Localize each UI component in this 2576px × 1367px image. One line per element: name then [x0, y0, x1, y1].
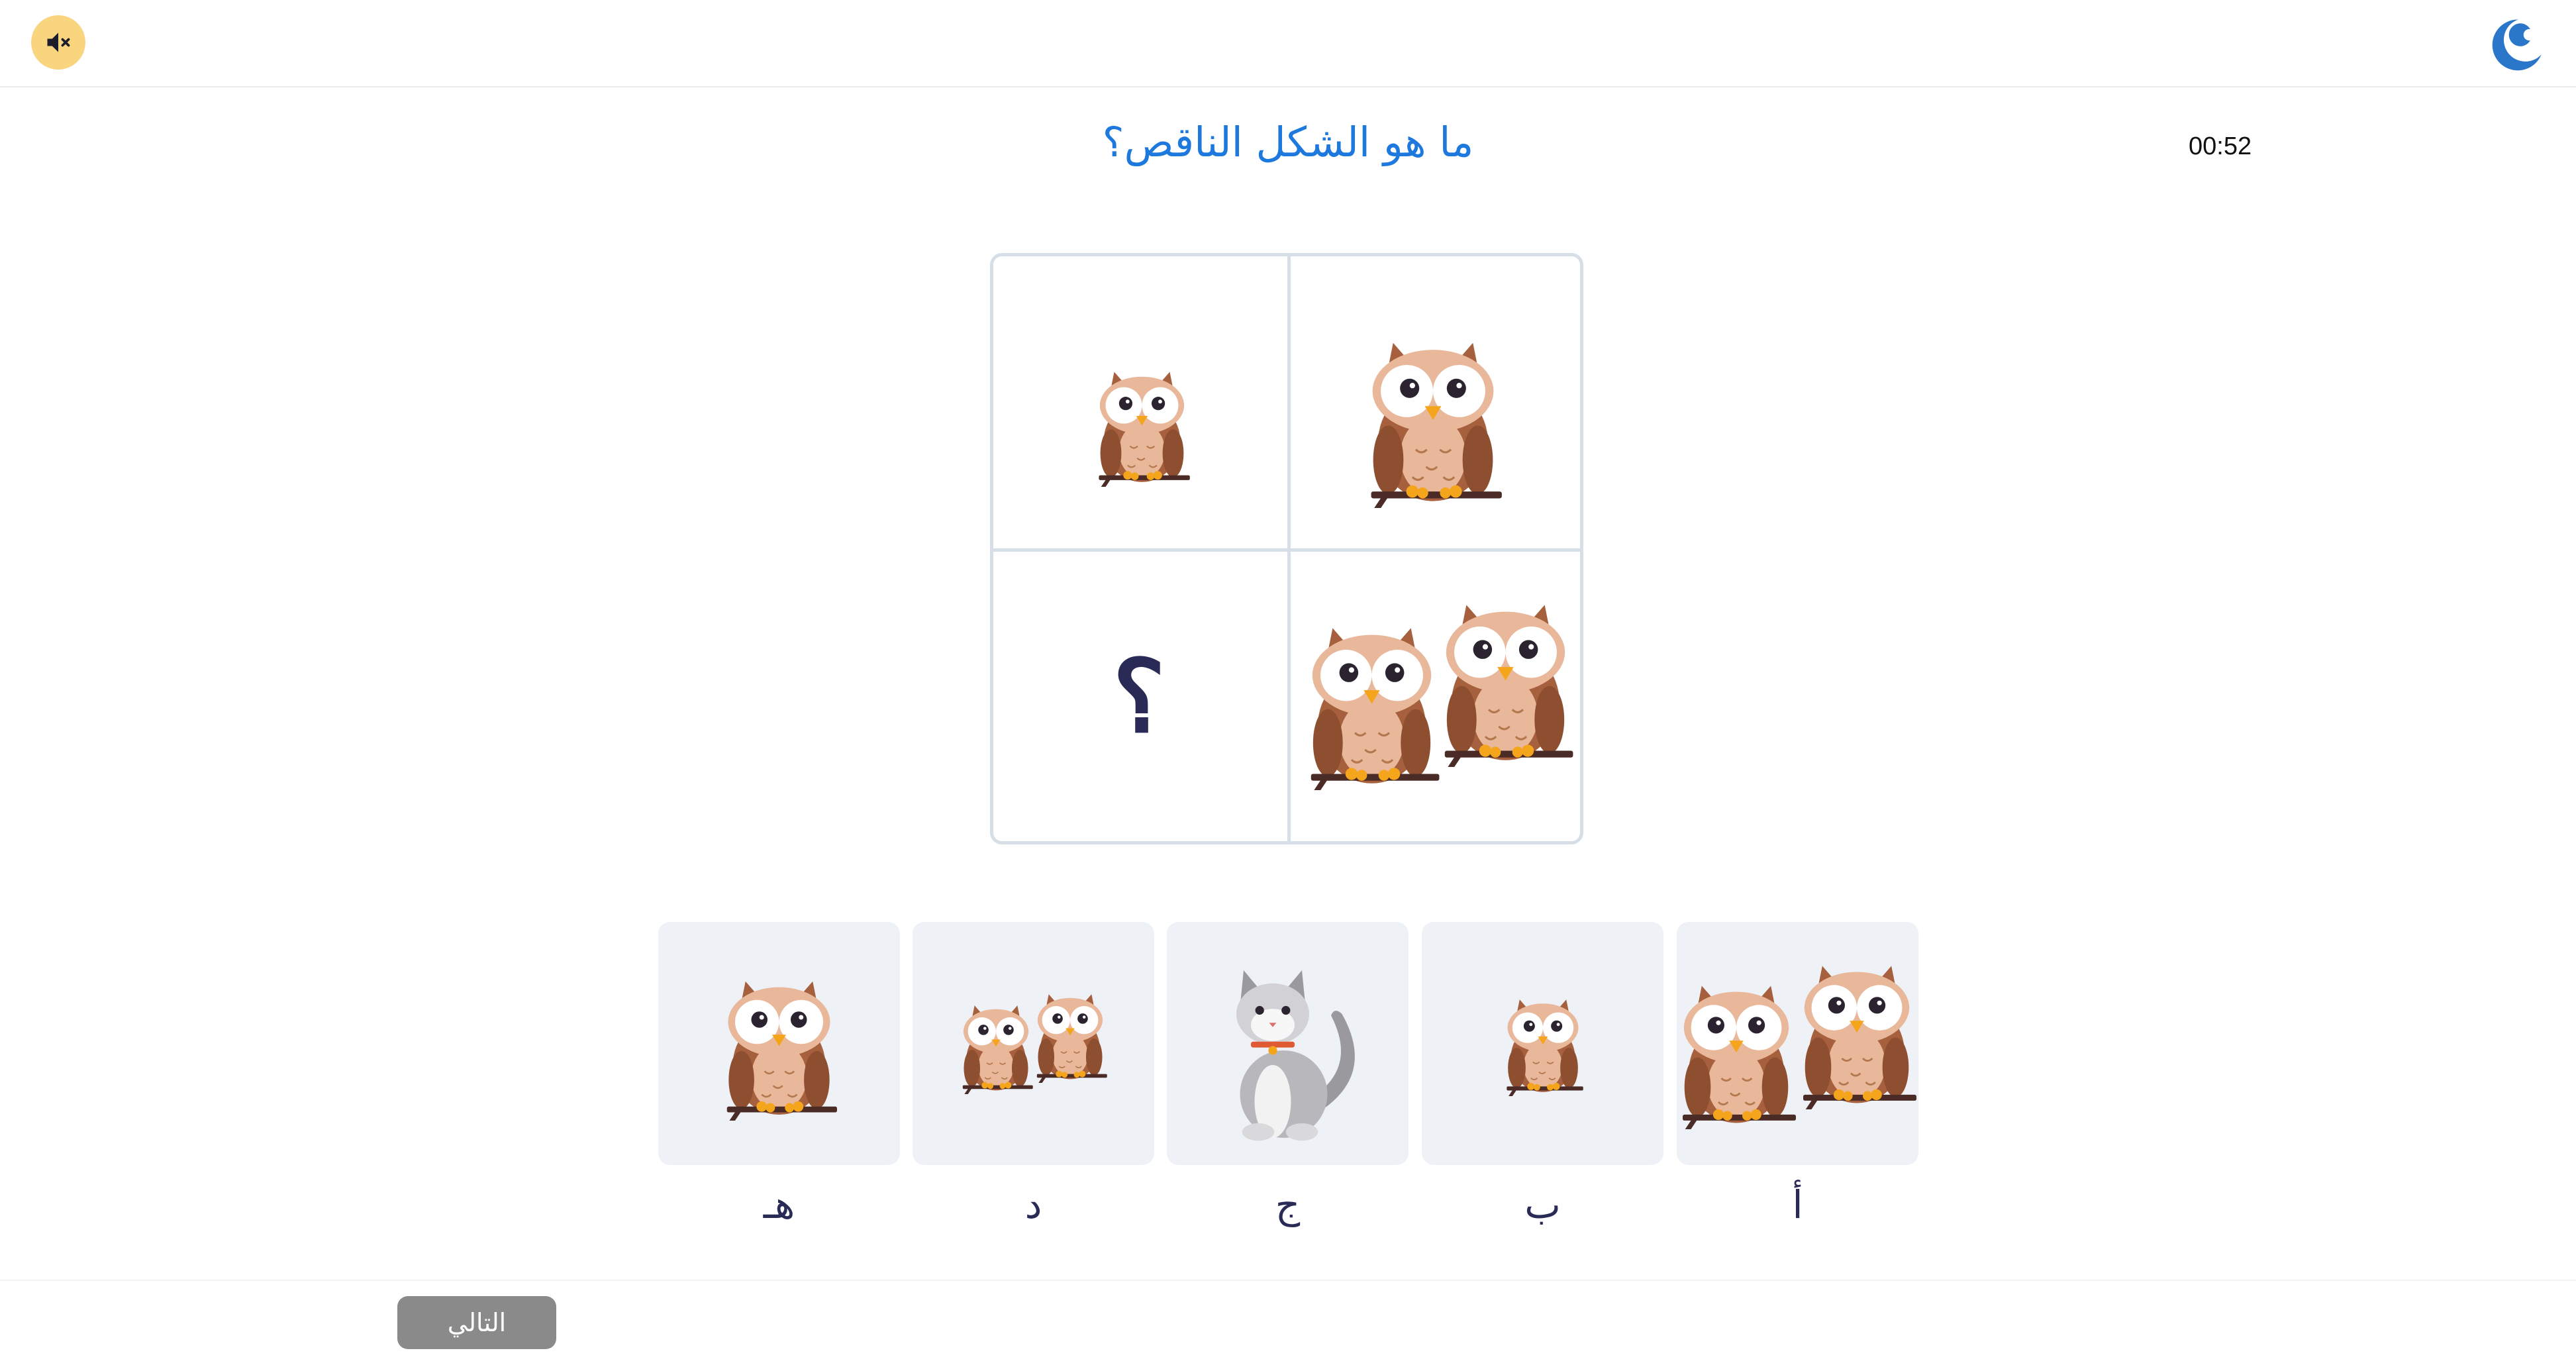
owl-large-image [1438, 591, 1573, 767]
app-logo[interactable] [2487, 12, 2551, 76]
option-ha[interactable] [658, 922, 900, 1165]
cat-image [1214, 963, 1360, 1145]
option-ba[interactable] [1422, 922, 1663, 1165]
option-label: ب [1524, 1182, 1561, 1227]
option-dal[interactable] [913, 922, 1154, 1165]
owl-large-image [1363, 329, 1503, 508]
grid-cell-missing: ؟ [993, 552, 1285, 842]
owl-small-image [1503, 991, 1583, 1096]
puzzle-grid: ؟ [990, 253, 1583, 844]
next-button[interactable]: التالي [397, 1296, 556, 1349]
question-mark: ؟ [1113, 638, 1165, 755]
option-label: هـ [763, 1182, 795, 1227]
owl-large-image [1677, 974, 1796, 1129]
grid-cell-bottom-right [1291, 552, 1582, 842]
owl-small-image [959, 998, 1033, 1094]
option-label: ج [1275, 1182, 1301, 1227]
option-label: د [1024, 1182, 1042, 1227]
owl-small-image [1094, 362, 1190, 487]
owl-large-image [1797, 954, 1916, 1109]
owl-medium-image [721, 970, 837, 1121]
owl-large-image [1304, 615, 1440, 790]
app-logo-icon [2492, 18, 2548, 71]
owl-small-image [1033, 987, 1107, 1083]
top-bar [0, 0, 2576, 87]
mute-button[interactable] [31, 15, 85, 70]
grid-cell-top-right [1291, 256, 1582, 546]
option-jim[interactable] [1167, 922, 1409, 1165]
footer-bar [0, 1280, 2576, 1367]
grid-cell-top-left [993, 256, 1285, 546]
option-label: أ [1792, 1182, 1803, 1227]
speaker-muted-icon [47, 32, 70, 52]
countdown-timer: 00:52 [2189, 132, 2252, 160]
option-alef[interactable] [1677, 922, 1918, 1165]
